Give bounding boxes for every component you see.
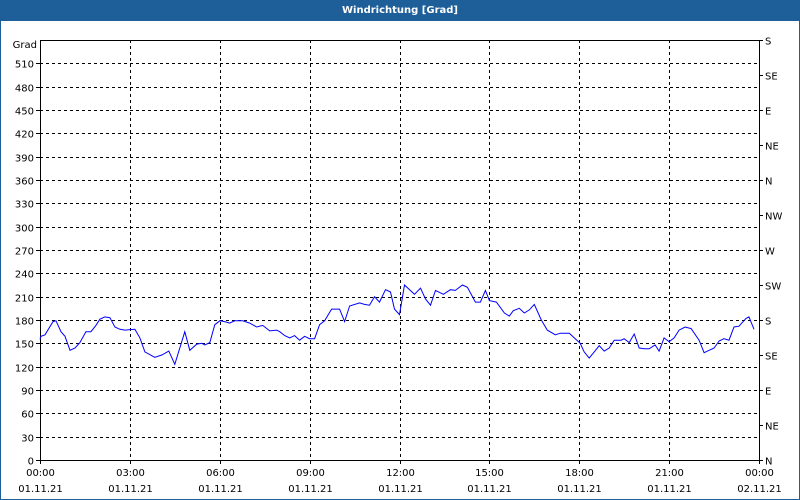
y-tick-label: 150 xyxy=(15,340,34,351)
compass-label: SE xyxy=(765,72,778,83)
wind-direction-chart: 0 30 60 90 120 150 180 210 240 270 300 330 360 390 420… xyxy=(13,37,783,496)
tick-labels: 0 30 60 90 120 150 180 210 240 270 300 330 360 390 420… xyxy=(13,37,783,496)
compass-label: E xyxy=(765,387,771,398)
y-tick-label: 270 xyxy=(15,247,34,258)
grid-lines xyxy=(40,40,759,460)
compass-label: N xyxy=(765,177,772,188)
y-tick-label: 480 xyxy=(15,84,34,95)
x-tick-date: 01.11.21 xyxy=(647,484,692,495)
x-tick-time: 06:00 xyxy=(206,468,235,479)
y-tick-label: 90 xyxy=(21,387,34,398)
x-tick-time: 21:00 xyxy=(655,468,684,479)
y-tick-label: 450 xyxy=(15,107,34,118)
compass-label: S xyxy=(765,317,771,328)
x-tick-date: 02.11.21 xyxy=(737,484,782,495)
compass-label: NE xyxy=(765,422,779,433)
y-tick-label: 240 xyxy=(15,270,34,281)
y-tick-label: 30 xyxy=(21,434,34,445)
y-tick-label: 210 xyxy=(15,294,34,305)
x-tick-date: 01.11.21 xyxy=(467,484,512,495)
y-tick-label: 120 xyxy=(15,364,34,375)
x-tick-time: 00:00 xyxy=(745,468,774,479)
x-tick-time: 09:00 xyxy=(296,468,325,479)
x-tick-time: 00:00 xyxy=(26,468,55,479)
series-line-windrichtung xyxy=(39,284,755,366)
compass-label: E xyxy=(765,107,771,118)
y-tick-label: 60 xyxy=(21,410,34,421)
x-tick-date: 01.11.21 xyxy=(288,484,333,495)
x-tick-date: 01.11.21 xyxy=(557,484,602,495)
x-tick-date: 01.11.21 xyxy=(108,484,153,495)
compass-label: S xyxy=(765,37,771,48)
x-tick-date: 01.11.21 xyxy=(18,484,63,495)
y-tick-label: 510 xyxy=(15,60,34,71)
compass-label: W xyxy=(765,247,775,258)
x-tick-date: 01.11.21 xyxy=(378,484,423,495)
y-tick-label: 360 xyxy=(15,177,34,188)
compass-label: NW xyxy=(765,212,782,223)
y-tick-label: 180 xyxy=(15,317,34,328)
y-tick-label: 300 xyxy=(15,224,34,235)
y-tick-label: 0 xyxy=(28,457,34,468)
compass-label: NE xyxy=(765,142,779,153)
compass-label: SE xyxy=(765,352,778,363)
compass-label: SW xyxy=(765,282,781,293)
x-tick-time: 03:00 xyxy=(116,468,145,479)
x-tick-time: 18:00 xyxy=(565,468,594,479)
axes xyxy=(36,40,763,464)
y-tick-label: 330 xyxy=(15,200,34,211)
x-tick-time: 12:00 xyxy=(386,468,415,479)
compass-label: N xyxy=(765,457,772,468)
y-tick-label: 420 xyxy=(15,130,34,141)
x-tick-date: 01.11.21 xyxy=(198,484,243,495)
y-tick-label: 390 xyxy=(15,154,34,165)
y-axis-label: Grad xyxy=(13,40,37,51)
x-tick-time: 15:00 xyxy=(475,468,504,479)
